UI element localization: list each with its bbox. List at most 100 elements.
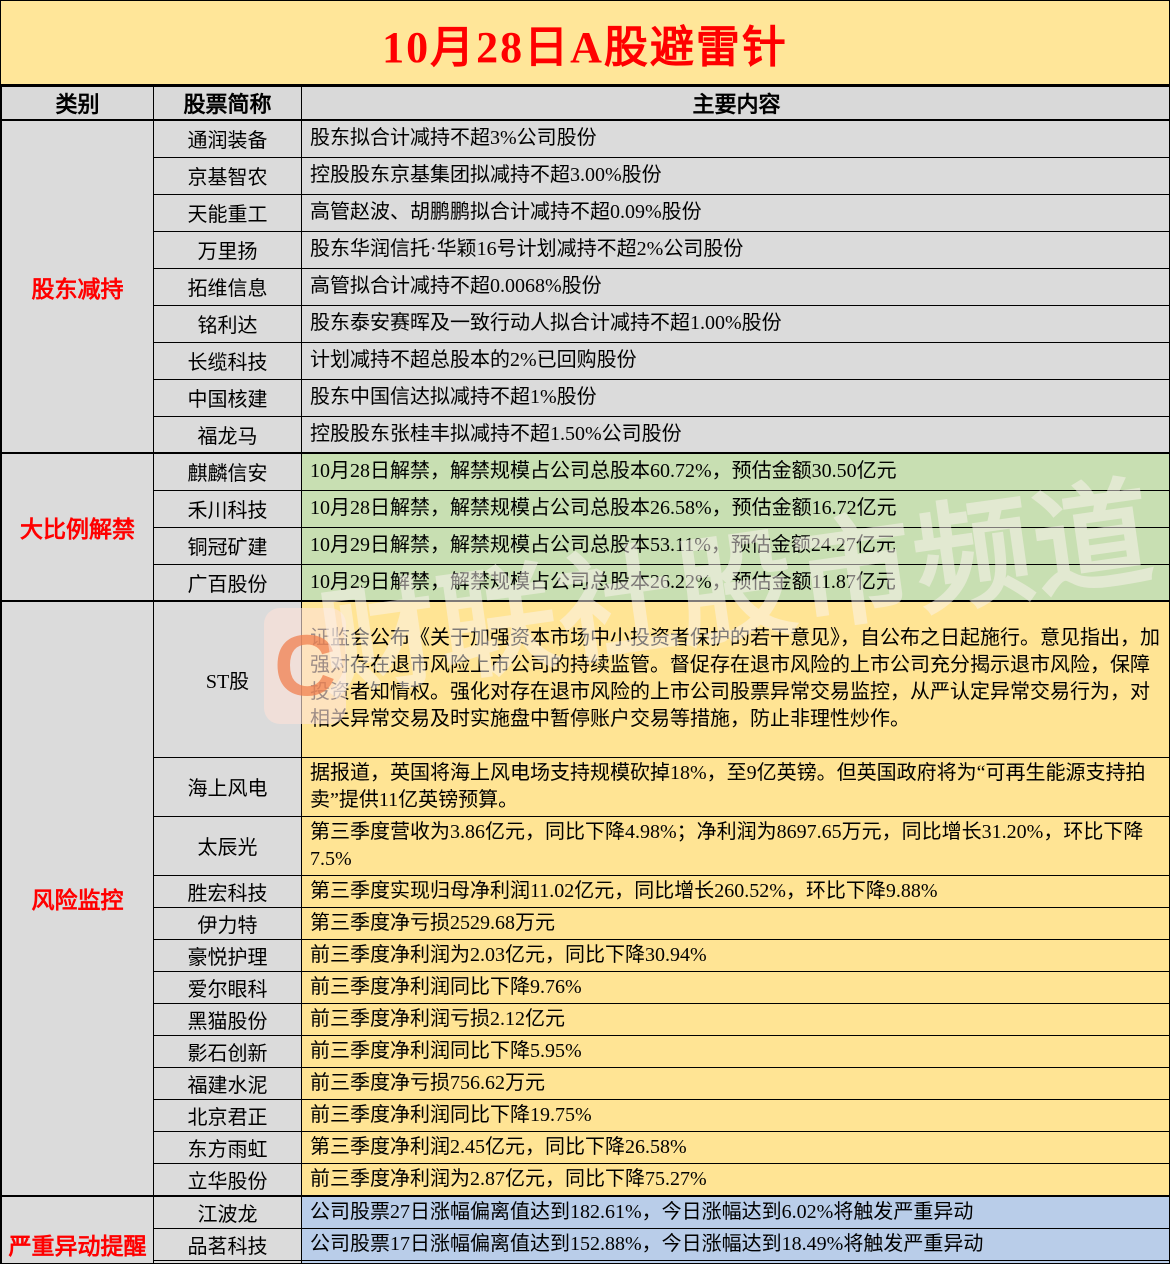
table-row: 铜冠矿建10月29日解禁，解禁规模占公司总股本53.11%，预估金额24.27亿… [2, 527, 1170, 564]
table-row: 大比例解禁麒麟信安10月28日解禁，解禁规模占公司总股本60.72%，预估金额3… [2, 453, 1170, 490]
risk-alert-infographic: 10月28日A股避雷针 类别 股票简称 主要内容 股东减持通润装备股东拟合计减持… [0, 0, 1170, 1264]
stock-name-cell: 胜宏科技 [154, 875, 302, 907]
table-row: 京基智农控股股东京基集团拟减持不超3.00%股份 [2, 157, 1170, 194]
stock-name-cell: 云汉芯城 [154, 1260, 302, 1264]
stock-name-cell: 立华股份 [154, 1163, 302, 1196]
content-cell: 前三季度净利润为2.03亿元，同比下降30.94% [302, 939, 1170, 971]
stock-name-cell: 福龙马 [154, 416, 302, 453]
stock-name-cell: 东方雨虹 [154, 1131, 302, 1163]
stock-name-cell: 铜冠矿建 [154, 527, 302, 564]
content-cell: 控股股东张桂丰拟减持不超1.50%公司股份 [302, 416, 1170, 453]
content-cell: 10月28日解禁，解禁规模占公司总股本60.72%，预估金额30.50亿元 [302, 453, 1170, 490]
table-row: 黑猫股份前三季度净利润亏损2.12亿元 [2, 1003, 1170, 1035]
content-cell: 第三季度实现归母净利润11.02亿元，同比增长260.52%，环比下降9.88% [302, 875, 1170, 907]
table-row: 严重异动提醒江波龙公司股票27日涨幅偏离值达到182.61%，今日涨幅达到6.0… [2, 1196, 1170, 1229]
content-cell: 前三季度净亏损756.62万元 [302, 1067, 1170, 1099]
stock-name-cell: 北京君正 [154, 1099, 302, 1131]
column-header-stock: 股票简称 [154, 87, 302, 121]
header-row: 类别 股票简称 主要内容 [2, 87, 1170, 121]
content-cell: 前三季度净利润同比下降9.76% [302, 971, 1170, 1003]
content-cell: 控股股东京基集团拟减持不超3.00%股份 [302, 157, 1170, 194]
table-row: 万里扬股东华润信托·华颖16号计划减持不超2%公司股份 [2, 231, 1170, 268]
stock-name-cell: 麒麟信安 [154, 453, 302, 490]
table-row: 爱尔眼科前三季度净利润同比下降9.76% [2, 971, 1170, 1003]
content-cell: 10月29日解禁，解禁规模占公司总股本26.22%，预估金额11.87亿元 [302, 564, 1170, 601]
content-cell: 公司股票8日涨幅偏离值达到84.86%，今日涨幅达到8.03%将触发严重异动 [302, 1260, 1170, 1264]
table-row: 北京君正前三季度净利润同比下降19.75% [2, 1099, 1170, 1131]
content-cell: 第三季度净利润2.45亿元，同比下降26.58% [302, 1131, 1170, 1163]
stock-name-cell: 中国核建 [154, 379, 302, 416]
table-row: 股东减持通润装备股东拟合计减持不超3%公司股份 [2, 120, 1170, 157]
category-cell: 大比例解禁 [2, 453, 154, 601]
stock-name-cell: 万里扬 [154, 231, 302, 268]
content-cell: 股东华润信托·华颖16号计划减持不超2%公司股份 [302, 231, 1170, 268]
table-row: 长缆科技计划减持不超总股本的2%已回购股份 [2, 342, 1170, 379]
table-row: 影石创新前三季度净利润同比下降5.95% [2, 1035, 1170, 1067]
content-cell: 高管拟合计减持不超0.0068%股份 [302, 268, 1170, 305]
table-row: 云汉芯城公司股票8日涨幅偏离值达到84.86%，今日涨幅达到8.03%将触发严重… [2, 1260, 1170, 1264]
content-cell: 据报道，英国将海上风电场支持规模砍掉18%，至9亿英镑。但英国政府将为“可再生能… [302, 757, 1170, 816]
stock-name-cell: 豪悦护理 [154, 939, 302, 971]
stock-name-cell: 爱尔眼科 [154, 971, 302, 1003]
category-cell: 股东减持 [2, 120, 154, 453]
table-row: 铭利达股东泰安赛晖及一致行动人拟合计减持不超1.00%股份 [2, 305, 1170, 342]
title-bar: 10月28日A股避雷针 [1, 1, 1169, 86]
table-row: 豪悦护理前三季度净利润为2.03亿元，同比下降30.94% [2, 939, 1170, 971]
stock-name-cell: 拓维信息 [154, 268, 302, 305]
table-row: 胜宏科技第三季度实现归母净利润11.02亿元，同比增长260.52%，环比下降9… [2, 875, 1170, 907]
table-row: 天能重工高管赵波、胡鹏鹏拟合计减持不超0.09%股份 [2, 194, 1170, 231]
table-row: 福建水泥前三季度净亏损756.62万元 [2, 1067, 1170, 1099]
stock-name-cell: 京基智农 [154, 157, 302, 194]
content-cell: 前三季度净利润为2.87亿元，同比下降75.27% [302, 1163, 1170, 1196]
content-cell: 10月29日解禁，解禁规模占公司总股本53.11%，预估金额24.27亿元 [302, 527, 1170, 564]
stock-name-cell: 福建水泥 [154, 1067, 302, 1099]
table-row: 太辰光第三季度营收为3.86亿元，同比下降4.98%；净利润为8697.65万元… [2, 816, 1170, 875]
content-cell: 高管赵波、胡鹏鹏拟合计减持不超0.09%股份 [302, 194, 1170, 231]
content-cell: 证监会公布《关于加强资本市场中小投资者保护的若干意见》，自公布之日起施行。意见指… [302, 601, 1170, 757]
stock-name-cell: 黑猫股份 [154, 1003, 302, 1035]
stock-name-cell: 广百股份 [154, 564, 302, 601]
content-cell: 前三季度净利润同比下降5.95% [302, 1035, 1170, 1067]
stock-name-cell: 品茗科技 [154, 1228, 302, 1260]
content-cell: 股东拟合计减持不超3%公司股份 [302, 120, 1170, 157]
risk-alert-table: 类别 股票简称 主要内容 股东减持通润装备股东拟合计减持不超3%公司股份京基智农… [1, 86, 1170, 1264]
table-row: 品茗科技公司股票17日涨幅偏离值达到152.88%，今日涨幅达到18.49%将触… [2, 1228, 1170, 1260]
column-header-content: 主要内容 [302, 87, 1170, 121]
table-row: 福龙马控股股东张桂丰拟减持不超1.50%公司股份 [2, 416, 1170, 453]
stock-name-cell: 天能重工 [154, 194, 302, 231]
table-row: 东方雨虹第三季度净利润2.45亿元，同比下降26.58% [2, 1131, 1170, 1163]
stock-name-cell: ST股 [154, 601, 302, 757]
column-header-category: 类别 [2, 87, 154, 121]
table-row: 伊力特第三季度净亏损2529.68万元 [2, 907, 1170, 939]
stock-name-cell: 太辰光 [154, 816, 302, 875]
table-row: 立华股份前三季度净利润为2.87亿元，同比下降75.27% [2, 1163, 1170, 1196]
content-cell: 公司股票17日涨幅偏离值达到152.88%，今日涨幅达到18.49%将触发严重异… [302, 1228, 1170, 1260]
stock-name-cell: 海上风电 [154, 757, 302, 816]
content-cell: 股东中国信达拟减持不超1%股份 [302, 379, 1170, 416]
stock-name-cell: 江波龙 [154, 1196, 302, 1229]
table-row: 拓维信息高管拟合计减持不超0.0068%股份 [2, 268, 1170, 305]
stock-name-cell: 长缆科技 [154, 342, 302, 379]
table-row: 海上风电据报道，英国将海上风电场支持规模砍掉18%，至9亿英镑。但英国政府将为“… [2, 757, 1170, 816]
content-cell: 前三季度净利润同比下降19.75% [302, 1099, 1170, 1131]
table-body: 股东减持通润装备股东拟合计减持不超3%公司股份京基智农控股股东京基集团拟减持不超… [2, 120, 1170, 1264]
stock-name-cell: 影石创新 [154, 1035, 302, 1067]
content-cell: 股东泰安赛晖及一致行动人拟合计减持不超1.00%股份 [302, 305, 1170, 342]
table-row: 禾川科技10月28日解禁，解禁规模占公司总股本26.58%，预估金额16.72亿… [2, 490, 1170, 527]
content-cell: 第三季度净亏损2529.68万元 [302, 907, 1170, 939]
content-cell: 第三季度营收为3.86亿元，同比下降4.98%；净利润为8697.65万元，同比… [302, 816, 1170, 875]
category-cell: 严重异动提醒 [2, 1196, 154, 1264]
content-cell: 10月28日解禁，解禁规模占公司总股本26.58%，预估金额16.72亿元 [302, 490, 1170, 527]
content-cell: 前三季度净利润亏损2.12亿元 [302, 1003, 1170, 1035]
table-row: 中国核建股东中国信达拟减持不超1%股份 [2, 379, 1170, 416]
table-row: 广百股份10月29日解禁，解禁规模占公司总股本26.22%，预估金额11.87亿… [2, 564, 1170, 601]
table-row: 风险监控ST股证监会公布《关于加强资本市场中小投资者保护的若干意见》，自公布之日… [2, 601, 1170, 757]
stock-name-cell: 禾川科技 [154, 490, 302, 527]
content-cell: 计划减持不超总股本的2%已回购股份 [302, 342, 1170, 379]
stock-name-cell: 通润装备 [154, 120, 302, 157]
stock-name-cell: 铭利达 [154, 305, 302, 342]
stock-name-cell: 伊力特 [154, 907, 302, 939]
category-cell: 风险监控 [2, 601, 154, 1196]
page-title: 10月28日A股避雷针 [382, 11, 788, 75]
content-cell: 公司股票27日涨幅偏离值达到182.61%，今日涨幅达到6.02%将触发严重异动 [302, 1196, 1170, 1229]
